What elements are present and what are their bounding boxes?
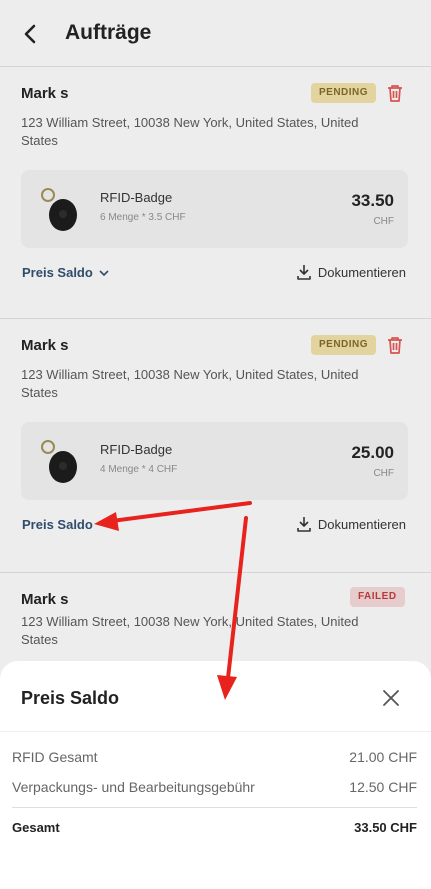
preis-saldo-sheet: Preis Saldo RFID Gesamt 21.00 CHF Verpac… [0, 661, 431, 889]
price-row: Verpackungs- und Bearbeitungsgebühr 12.5… [12, 779, 417, 795]
price-row-value: 12.50 CHF [349, 779, 417, 795]
total-label: Gesamt [12, 820, 60, 835]
divider [0, 731, 431, 732]
price-row: RFID Gesamt 21.00 CHF [12, 749, 417, 765]
price-row-label: RFID Gesamt [12, 749, 98, 765]
price-row-label: Verpackungs- und Bearbeitungsgebühr [12, 779, 255, 795]
close-icon[interactable] [381, 688, 401, 708]
sheet-title: Preis Saldo [21, 688, 120, 708]
total-value: 33.50 CHF [354, 820, 417, 835]
orders-screen: Aufträge Mark s PENDING 123 William Stre… [0, 0, 431, 889]
price-row-value: 21.00 CHF [349, 749, 417, 765]
divider [12, 807, 417, 808]
total-row: Gesamt 33.50 CHF [12, 820, 417, 835]
